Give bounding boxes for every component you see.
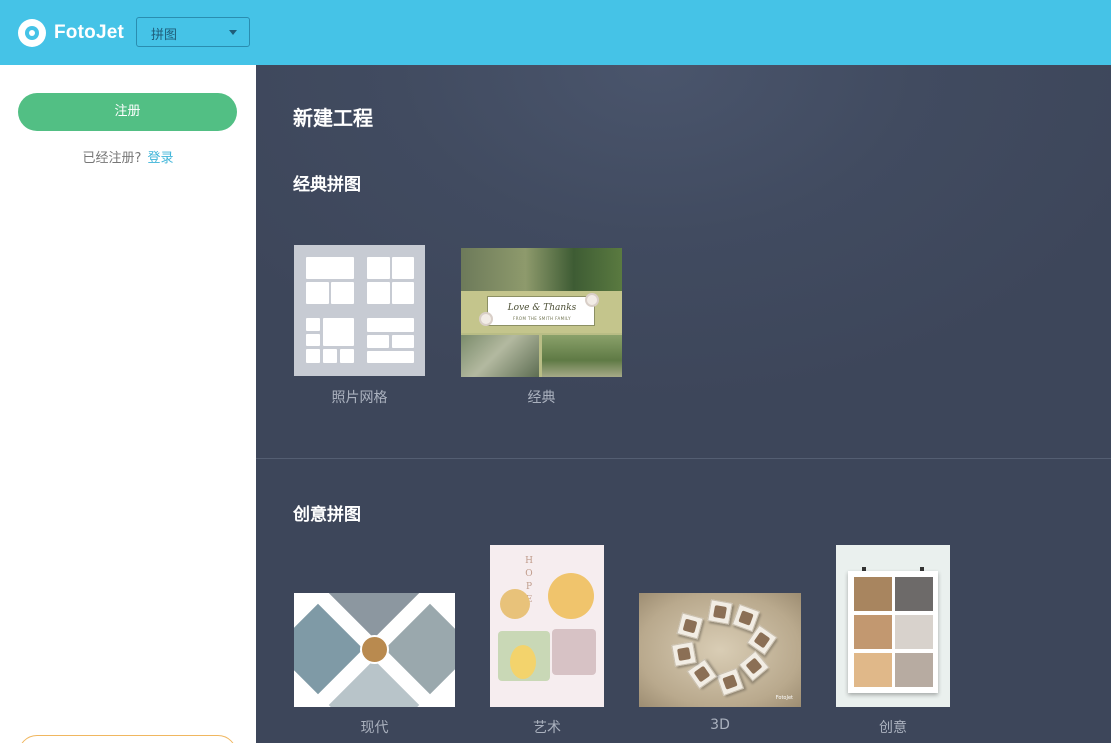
template-label-classic: 经典 [527, 390, 556, 406]
grid-cell [323, 318, 354, 346]
photo-cube [671, 641, 697, 667]
template-creative[interactable] [836, 545, 950, 707]
brand-mark: FotoJet [775, 695, 793, 701]
template-classic[interactable]: Love & Thanks FROM THE SMITH FAMILY [461, 248, 622, 377]
photo-thumbnail [552, 629, 596, 675]
photo-board [848, 571, 938, 693]
fotojet-logo-icon [18, 19, 46, 47]
photo-thumbnail [895, 615, 933, 649]
grid-cell [323, 349, 337, 363]
photo-thumbnail [895, 653, 933, 687]
grid-cell [306, 334, 320, 346]
photo-thumbnail [542, 335, 622, 377]
grid-cell [392, 257, 414, 279]
template-modern[interactable] [294, 593, 455, 707]
grid-cell [306, 318, 320, 331]
photo-thumbnail [854, 653, 892, 687]
template-label-creative: 创意 [879, 720, 907, 736]
brand-name: FotoJet [54, 22, 125, 43]
photo-thumbnail [510, 645, 536, 679]
card-frame: Love & Thanks FROM THE SMITH FAMILY [487, 296, 595, 326]
card-title: Love & Thanks [507, 303, 577, 313]
chevron-down-icon [229, 30, 237, 35]
grid-cell [367, 257, 390, 279]
login-hint-text: 已经注册? [82, 151, 142, 166]
template-3d[interactable]: FotoJet [639, 593, 801, 707]
card-subtitle: FROM THE SMITH FAMILY [513, 316, 571, 321]
photo-cube [707, 599, 733, 625]
grid-cell [340, 349, 354, 363]
sidebar-bottom-button[interactable] [18, 735, 237, 743]
mode-select-value: 拼图 [151, 28, 178, 43]
photo-thumbnail [461, 335, 539, 377]
template-art[interactable]: HOPE [490, 545, 604, 707]
mode-select-dropdown[interactable]: 拼图 [136, 17, 250, 47]
template-label-art: 艺术 [533, 720, 561, 736]
grid-cell [367, 282, 390, 304]
register-button[interactable]: 注册 [18, 93, 237, 131]
login-hint: 已经注册? 登录 [0, 147, 256, 166]
main-panel: 新建工程 经典拼图 照片网格 Love & Thanks FROM THE SM… [256, 65, 1111, 743]
template-photo-grid[interactable] [294, 245, 425, 376]
section-divider [256, 458, 1111, 459]
grid-cell [367, 335, 389, 348]
sidebar: 注册 已经注册? 登录 [0, 65, 256, 743]
photo-cube [738, 650, 770, 682]
grid-cell [367, 351, 414, 363]
grid-cell [306, 282, 329, 304]
flower-decoration [585, 293, 599, 307]
grid-cell [367, 318, 414, 332]
grid-cell [331, 282, 354, 304]
photo-thumbnail [854, 577, 892, 611]
template-label-modern: 现代 [360, 720, 389, 736]
photo-thumbnail [548, 573, 594, 619]
template-label-3d: 3D [710, 717, 730, 733]
photo-thumbnail [895, 577, 933, 611]
photo-cube [715, 667, 745, 697]
login-link[interactable]: 登录 [147, 151, 173, 166]
top-bar: FotoJet 拼图 [0, 0, 1111, 65]
section-title-creative: 创意拼图 [293, 505, 361, 525]
grid-cell [306, 257, 354, 279]
fotojet-logo[interactable]: FotoJet [18, 19, 124, 47]
photo-thumbnail [500, 589, 530, 619]
grid-cell [392, 335, 414, 348]
grid-cell [306, 349, 320, 363]
photo-thumbnail [854, 615, 892, 649]
template-label-photo-grid: 照片网格 [331, 390, 388, 406]
page-title: 新建工程 [293, 106, 373, 130]
section-title-classic: 经典拼图 [293, 175, 361, 195]
photo-thumbnail [461, 248, 622, 291]
grid-cell [392, 282, 414, 304]
flower-decoration [479, 312, 493, 326]
photo-cube [676, 612, 704, 640]
center-badge [360, 635, 389, 664]
